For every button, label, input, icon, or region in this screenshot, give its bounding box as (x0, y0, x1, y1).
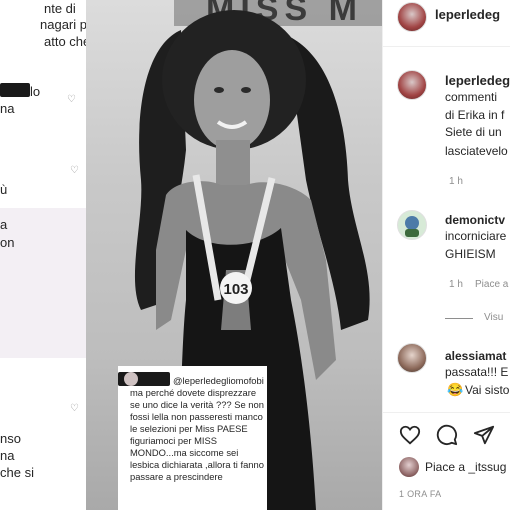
heart-icon[interactable]: ♡ (70, 166, 79, 176)
comment-icon[interactable] (436, 424, 458, 446)
view-replies-link[interactable]: Visu (484, 312, 503, 323)
comment-text: incorniciare (445, 229, 507, 243)
avatar[interactable] (397, 210, 427, 240)
view-replies-line (445, 318, 473, 319)
caption-text: lasciatevelo (445, 144, 508, 158)
share-icon[interactable] (473, 424, 495, 446)
instagram-panel: leperledeg leperledegl commenti di Erika… (382, 0, 510, 510)
left-comment-text: na (0, 448, 15, 463)
comment-likes[interactable]: Piace a (475, 279, 508, 290)
emoji-icon: 😂 (447, 382, 464, 397)
left-comment-strip: nte di nagari per atto che è lo ♡ na ♡ ù… (0, 0, 101, 510)
like-heart-icon[interactable] (399, 424, 421, 446)
comment-username[interactable]: demonictv (445, 213, 505, 227)
left-comment-text: on (0, 235, 15, 250)
caption-username[interactable]: leperledegl (445, 73, 510, 88)
left-comment-text: che si (0, 465, 34, 480)
liked-by-text[interactable]: Piace a _itssug (425, 460, 506, 474)
left-comment-text: nte di (44, 1, 76, 16)
actions-divider (383, 412, 510, 413)
comment-time: 1 h (449, 279, 463, 290)
caption-text: commenti (445, 90, 498, 104)
overlay-comment-text: ma perché dovete disprezzare se uno dice… (130, 387, 264, 482)
left-comment-text: lo (30, 84, 41, 99)
caption-time: 1 h (449, 176, 463, 187)
left-comment-text: na (0, 101, 15, 116)
comment-text: GHIEISM (445, 247, 496, 261)
header-username[interactable]: leperledeg (435, 7, 500, 22)
screenshot-frame: nte di nagari per atto che è lo ♡ na ♡ ù… (0, 0, 510, 510)
comment-username[interactable]: alessiamat (445, 349, 506, 363)
comment-text: Vai sisto (465, 383, 510, 397)
caption-text: di Erika in f (445, 108, 505, 122)
left-comment-text: ù (0, 182, 8, 197)
badge-number: 103 (223, 281, 248, 298)
avatar (124, 372, 138, 386)
comment-text: passata!!! E (445, 365, 509, 379)
post-timestamp: 1 ORA FA (399, 489, 442, 499)
left-comment-text: a (0, 217, 8, 232)
avatar[interactable] (397, 70, 427, 100)
left-comment-text: nso (0, 431, 21, 446)
heart-icon[interactable]: ♡ (70, 404, 79, 414)
header-divider (383, 46, 510, 47)
redaction-bar (0, 83, 30, 97)
overlay-comment: @leperledegliomofobi ma perché dovete di… (118, 366, 267, 510)
avatar[interactable] (397, 343, 427, 373)
avatar[interactable] (397, 2, 427, 32)
overlay-username: @leperledegliomofobi (173, 375, 264, 386)
caption-text: Siete di un (445, 125, 502, 139)
left-background-image (0, 208, 86, 358)
heart-icon[interactable]: ♡ (67, 95, 76, 105)
avatar[interactable] (399, 457, 419, 477)
